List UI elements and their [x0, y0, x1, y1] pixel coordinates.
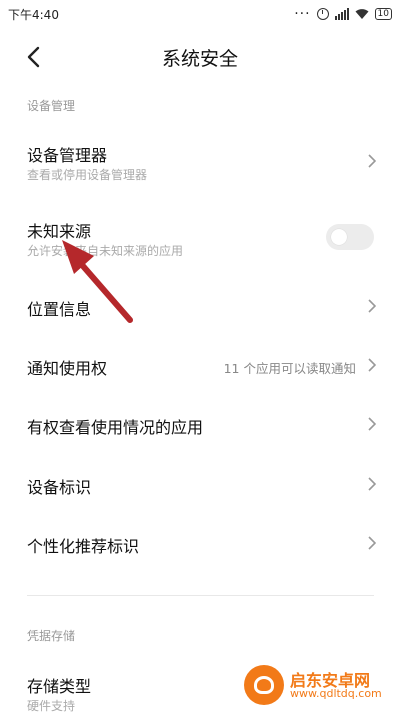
- personalized-id-row[interactable]: 个性化推荐标识: [0, 521, 400, 565]
- unknown-sources-toggle[interactable]: [326, 224, 374, 250]
- storage-type-title: 存储类型: [27, 677, 92, 696]
- notification-access-title: 通知使用权: [27, 359, 108, 378]
- chevron-right-icon: [368, 299, 376, 313]
- storage-type-subtitle: 硬件支持: [27, 699, 76, 713]
- status-bar: 下午4:40 ··· 10: [0, 0, 400, 28]
- unknown-sources-title: 未知来源: [27, 222, 92, 241]
- notification-access-value: 11 个应用可以读取通知: [223, 361, 356, 376]
- title-bar: 系统安全: [0, 28, 400, 88]
- device-id-title: 设备标识: [27, 478, 92, 497]
- notification-access-row[interactable]: 通知使用权 11 个应用可以读取通知: [0, 343, 400, 387]
- location-title: 位置信息: [27, 300, 92, 319]
- chevron-right-icon: [368, 417, 376, 431]
- section-divider: [27, 595, 374, 596]
- device-admin-subtitle: 查看或停用设备管理器: [27, 168, 148, 182]
- location-row[interactable]: 位置信息: [0, 284, 400, 328]
- chevron-right-icon: [368, 477, 376, 491]
- section-header-device-management: 设备管理: [27, 99, 76, 113]
- unknown-sources-row[interactable]: 未知来源 允许安装来自未知来源的应用: [0, 208, 400, 268]
- status-icons: ··· 10: [294, 5, 392, 23]
- chevron-right-icon: [368, 358, 376, 372]
- chevron-right-icon: [368, 536, 376, 550]
- page-title: 系统安全: [161, 48, 238, 70]
- section-header-credential-storage: 凭据存储: [27, 629, 76, 643]
- alarm-icon: [316, 8, 329, 20]
- more-notifications-icon: ···: [294, 6, 311, 22]
- toggle-knob: [331, 229, 347, 245]
- device-admin-title: 设备管理器: [27, 146, 108, 165]
- watermark-logo-icon: [244, 665, 284, 705]
- status-time: 下午4:40: [8, 8, 59, 22]
- usage-access-title: 有权查看使用情况的应用: [27, 418, 204, 437]
- site-watermark: 启东安卓网 www.qdltdq.com: [244, 665, 394, 705]
- device-id-row[interactable]: 设备标识: [0, 462, 400, 506]
- signal-icon: [334, 8, 349, 20]
- usage-access-row[interactable]: 有权查看使用情况的应用: [0, 402, 400, 446]
- battery-icon: 10: [374, 8, 392, 20]
- chevron-right-icon: [368, 154, 376, 168]
- personalized-id-title: 个性化推荐标识: [27, 537, 140, 556]
- unknown-sources-subtitle: 允许安装来自未知来源的应用: [27, 244, 184, 258]
- device-admin-row[interactable]: 设备管理器 查看或停用设备管理器: [0, 132, 400, 192]
- watermark-url: www.qdltdq.com: [290, 687, 382, 700]
- wifi-icon: [355, 9, 369, 19]
